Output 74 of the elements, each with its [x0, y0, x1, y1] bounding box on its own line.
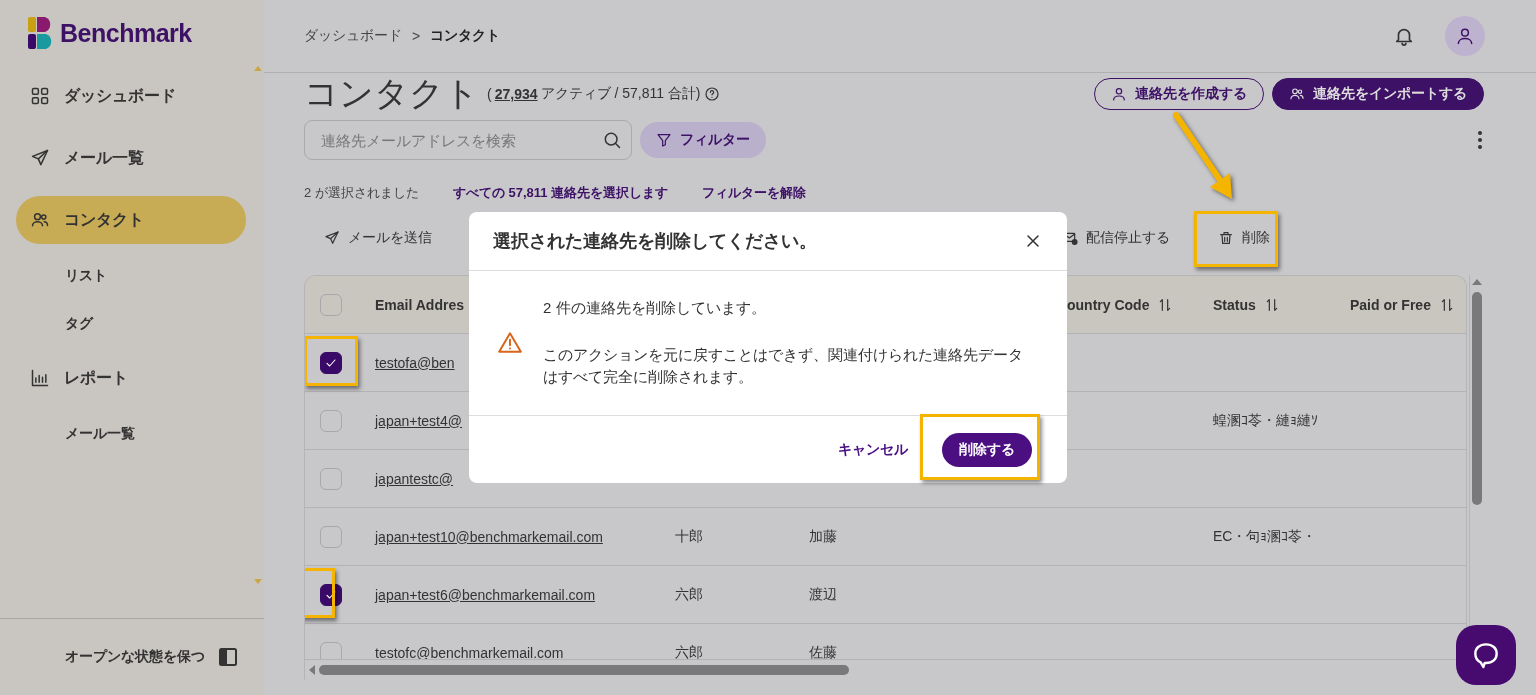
toolbar-button[interactable]: 削除 — [1214, 229, 1274, 247]
checkbox[interactable] — [320, 525, 342, 548]
dialog-warning: このアクションを元に戻すことはできず、関連付けられた連絡先データはすべて完全に削除されます。 — [543, 344, 1024, 388]
clear-filter-link[interactable]: フィルターを解除 — [702, 184, 807, 202]
bar-chart-icon — [30, 368, 50, 388]
nav-subitem[interactable]: メール一覧 — [65, 410, 246, 458]
import-button[interactable]: 連絡先をインポートする — [1272, 78, 1484, 110]
nav-item[interactable]: コンタクト — [16, 196, 246, 244]
page-title: コンタクト — [304, 73, 479, 114]
people-icon — [1289, 86, 1305, 102]
nav-subitem[interactable]: タグ — [65, 300, 246, 348]
email-link[interactable]: testofc@benchmarkemail.com — [375, 644, 564, 659]
checkbox[interactable] — [320, 641, 342, 659]
logo-text: Benchmark — [60, 18, 192, 48]
nav-subitem[interactable]: リスト — [65, 252, 246, 300]
checkbox[interactable] — [320, 351, 342, 374]
more-icon[interactable] — [1478, 131, 1482, 149]
table-cell: 六郎 — [675, 585, 703, 604]
cancel-button[interactable]: キャンセル — [838, 440, 908, 459]
filter-button[interactable]: フィルター — [640, 122, 766, 158]
person-icon — [1455, 26, 1475, 46]
column-header[interactable]: Status — [1213, 296, 1280, 313]
total-count: アクティブ / 57,811 合計) — [540, 85, 701, 103]
select-all-link[interactable]: すべての 57,811 連絡先を選択します — [452, 184, 669, 202]
trash-icon — [1218, 230, 1234, 246]
email-link[interactable]: testofa@ben — [375, 354, 455, 371]
table-cell: 蝗溷ｺ苓・縺ｮ縺ｿ — [1213, 411, 1318, 430]
email-link[interactable]: japantestc@ — [375, 470, 454, 487]
people-icon — [30, 210, 50, 230]
dialog-message: 2 件の連絡先を削除しています。 — [543, 298, 767, 319]
selection-count: 2 が選択されました — [304, 184, 419, 202]
table-cell: 加藤 — [809, 527, 837, 546]
search-field[interactable]: 連絡先メールアドレスを検索 — [304, 120, 632, 160]
avatar[interactable] — [1445, 16, 1485, 56]
delete-button[interactable]: 削除する — [942, 432, 1032, 467]
grid-icon — [30, 86, 50, 106]
nav-item[interactable]: レポート — [16, 354, 246, 402]
table-cell: EC・句ｮ溷ｺ苓・ — [1213, 527, 1317, 546]
vertical-scrollbar[interactable] — [1472, 292, 1482, 505]
count-bracket: ( — [487, 86, 492, 102]
help-icon — [703, 86, 720, 102]
breadcrumb-item[interactable]: コンタクト — [430, 27, 501, 45]
nav-item[interactable]: メール一覧 — [16, 134, 246, 182]
dialog-title: 選択された連絡先を削除してください。 — [493, 230, 817, 253]
sidebar-panel-icon[interactable] — [219, 648, 237, 666]
table-cell: 佐藤 — [809, 643, 837, 659]
active-count-link[interactable]: 27,934 — [494, 86, 538, 102]
person-icon — [1111, 86, 1127, 102]
checkbox[interactable] — [320, 293, 342, 316]
table-cell: 渡辺 — [809, 585, 837, 604]
email-link[interactable]: japan+test6@benchmarkemail.com — [375, 586, 596, 603]
table-cell: 六郎 — [675, 643, 703, 659]
checkbox[interactable] — [320, 409, 342, 432]
checkbox[interactable] — [320, 467, 342, 490]
keep-open-label[interactable]: オープンな状態を保つ — [65, 648, 205, 666]
column-header[interactable]: Email Addres — [375, 296, 464, 313]
send-icon — [324, 230, 340, 246]
column-header[interactable]: ountry Code — [1067, 296, 1174, 313]
logo-icon — [28, 17, 54, 49]
chat-button[interactable] — [1456, 625, 1516, 685]
column-header[interactable]: Paid or Free — [1350, 296, 1455, 313]
email-link[interactable]: japan+test4@ — [375, 412, 462, 429]
search-icon — [602, 130, 622, 150]
breadcrumb-item[interactable]: ダッシュボード — [304, 27, 402, 45]
toolbar-button[interactable]: メールを送信 — [320, 229, 436, 247]
breadcrumb-separator: > — [412, 28, 421, 44]
horizontal-scrollbar[interactable] — [319, 665, 849, 675]
email-link[interactable]: japan+test10@benchmarkemail.com — [375, 528, 603, 545]
table-cell: 十郎 — [675, 527, 703, 546]
warning-icon — [497, 330, 523, 356]
send-icon — [30, 148, 50, 168]
funnel-icon — [656, 132, 672, 148]
nav-item[interactable]: ダッシュボード — [16, 72, 246, 120]
scroll-up-icon[interactable] — [1472, 279, 1482, 285]
